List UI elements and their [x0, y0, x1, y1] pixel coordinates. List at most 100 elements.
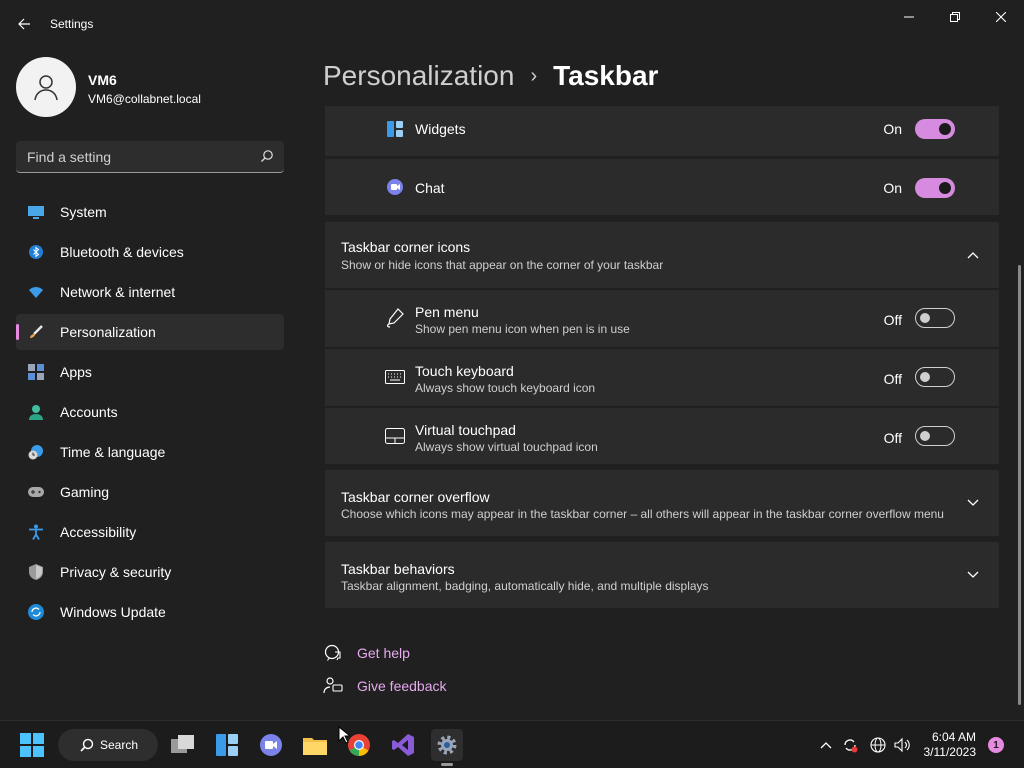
virtual-touchpad-subtitle: Always show virtual touchpad icon — [415, 440, 598, 454]
search-input[interactable] — [27, 149, 247, 165]
sidebar-nav: System Bluetooth & devices Network & int… — [16, 194, 284, 634]
window-title: Settings — [50, 17, 94, 31]
file-explorer-button[interactable] — [299, 729, 331, 761]
user-name: VM6 — [88, 72, 117, 88]
restore-button[interactable] — [937, 6, 973, 28]
breadcrumb: Personalization › Taskbar — [323, 58, 658, 94]
pen-icon — [385, 308, 405, 328]
shield-icon — [28, 564, 44, 580]
touch-keyboard-toggle[interactable] — [915, 367, 955, 387]
keyboard-icon — [385, 367, 405, 387]
breadcrumb-parent[interactable]: Personalization — [323, 60, 514, 92]
chevron-up-icon — [965, 247, 981, 263]
corner-icons-header[interactable]: Taskbar corner icons Show or hide icons … — [325, 222, 999, 288]
pen-menu-row: Pen menu Show pen menu icon when pen is … — [325, 290, 999, 347]
system-icon — [28, 204, 44, 220]
sidebar-item-time-language[interactable]: Time & language — [16, 434, 284, 470]
sidebar-item-privacy[interactable]: Privacy & security — [16, 554, 284, 590]
widgets-toggle[interactable] — [915, 119, 955, 139]
notification-badge[interactable]: 1 — [988, 737, 1004, 753]
clock-time: 6:04 AM — [931, 730, 976, 744]
scrollbar[interactable] — [1018, 265, 1021, 705]
taskbar-search[interactable]: Search — [58, 729, 158, 761]
sidebar-item-windows-update[interactable]: Windows Update — [16, 594, 284, 630]
taskbar-search-label: Search — [100, 738, 139, 752]
bluetooth-icon — [28, 244, 44, 260]
touch-keyboard-label: Touch keyboard — [415, 363, 514, 379]
sidebar-item-label: Apps — [60, 364, 92, 380]
virtual-touchpad-label: Virtual touchpad — [415, 422, 516, 438]
touch-keyboard-toggle-state: Off — [883, 371, 902, 387]
settings-taskbar-button[interactable] — [431, 729, 463, 766]
show-hidden-icons-button[interactable] — [818, 737, 834, 753]
sidebar-item-personalization[interactable]: Personalization — [16, 314, 284, 350]
sidebar-item-apps[interactable]: Apps — [16, 354, 284, 390]
sidebar-item-network[interactable]: Network & internet — [16, 274, 284, 310]
close-icon — [996, 12, 1006, 22]
give-feedback-link[interactable]: Give feedback — [357, 678, 447, 694]
gamepad-icon — [28, 484, 44, 500]
title-bar: Settings — [0, 0, 1024, 48]
globe-icon[interactable] — [870, 737, 886, 753]
widgets-label: Widgets — [415, 121, 466, 137]
corner-icons-title: Taskbar corner icons — [341, 239, 471, 255]
gear-icon — [437, 735, 457, 755]
chevron-down-icon — [965, 567, 981, 583]
widgets-row: Widgets On — [325, 106, 999, 156]
sidebar-item-label: Windows Update — [60, 604, 166, 620]
taskbar-clock[interactable]: 6:04 AM 3/11/2023 — [924, 730, 977, 760]
widgets-taskbar-button[interactable] — [211, 729, 243, 761]
widgets-icon — [216, 734, 238, 756]
sidebar-item-system[interactable]: System — [16, 194, 284, 230]
minimize-icon — [904, 16, 914, 18]
pen-menu-label: Pen menu — [415, 304, 479, 320]
virtual-touchpad-toggle-state: Off — [883, 430, 902, 446]
minimize-button[interactable] — [891, 6, 927, 28]
volume-icon[interactable] — [894, 737, 910, 753]
task-view-button[interactable] — [167, 729, 199, 761]
sidebar-item-accounts[interactable]: Accounts — [16, 394, 284, 430]
chevron-down-icon — [965, 495, 981, 511]
corner-icons-subtitle: Show or hide icons that appear on the co… — [341, 258, 664, 272]
mouse-cursor-icon — [338, 726, 350, 744]
pen-menu-subtitle: Show pen menu icon when pen is in use — [415, 322, 630, 336]
folder-icon — [303, 738, 327, 755]
behaviors-header[interactable]: Taskbar behaviors Taskbar alignment, bad… — [325, 542, 999, 608]
sidebar-item-bluetooth[interactable]: Bluetooth & devices — [16, 234, 284, 270]
user-email: VM6@collabnet.local — [88, 92, 201, 106]
chat-toggle[interactable] — [915, 178, 955, 198]
get-help-link[interactable]: Get help — [357, 645, 410, 661]
pen-menu-toggle-state: Off — [883, 312, 902, 328]
breadcrumb-separator: › — [530, 64, 538, 87]
widgets-icon — [385, 119, 405, 139]
corner-overflow-header[interactable]: Taskbar corner overflow Choose which ico… — [325, 470, 999, 536]
apps-icon — [28, 364, 44, 380]
taskbar: Search 6:04 AM 3/11/2023 1 — [0, 720, 1024, 768]
virtual-touchpad-row: Virtual touchpad Always show virtual tou… — [325, 408, 999, 464]
page-title: Taskbar — [553, 60, 659, 91]
start-button[interactable] — [16, 729, 48, 761]
accessibility-icon — [28, 524, 44, 540]
pen-menu-toggle[interactable] — [915, 308, 955, 328]
restore-icon — [950, 12, 960, 22]
sidebar-item-label: Accessibility — [60, 524, 137, 540]
sidebar-item-label: Bluetooth & devices — [60, 244, 184, 260]
visual-studio-button[interactable] — [387, 729, 419, 761]
sidebar-item-accessibility[interactable]: Accessibility — [16, 514, 284, 550]
virtual-touchpad-toggle[interactable] — [915, 426, 955, 446]
chat-row: Chat On — [325, 159, 999, 215]
sidebar-item-label: Personalization — [60, 324, 156, 340]
chat-taskbar-button[interactable] — [255, 729, 287, 761]
chevron-up-icon — [820, 742, 832, 749]
sidebar-item-gaming[interactable]: Gaming — [16, 474, 284, 510]
close-button[interactable] — [983, 6, 1019, 28]
avatar[interactable] — [16, 57, 76, 117]
touchpad-icon — [385, 426, 405, 446]
visual-studio-icon — [392, 734, 414, 756]
search-icon — [261, 150, 273, 162]
corner-overflow-title: Taskbar corner overflow — [341, 489, 490, 505]
sync-status-icon[interactable] — [842, 737, 858, 753]
touch-keyboard-subtitle: Always show touch keyboard icon — [415, 381, 596, 395]
back-button[interactable] — [12, 12, 36, 36]
search-box[interactable] — [16, 141, 284, 173]
